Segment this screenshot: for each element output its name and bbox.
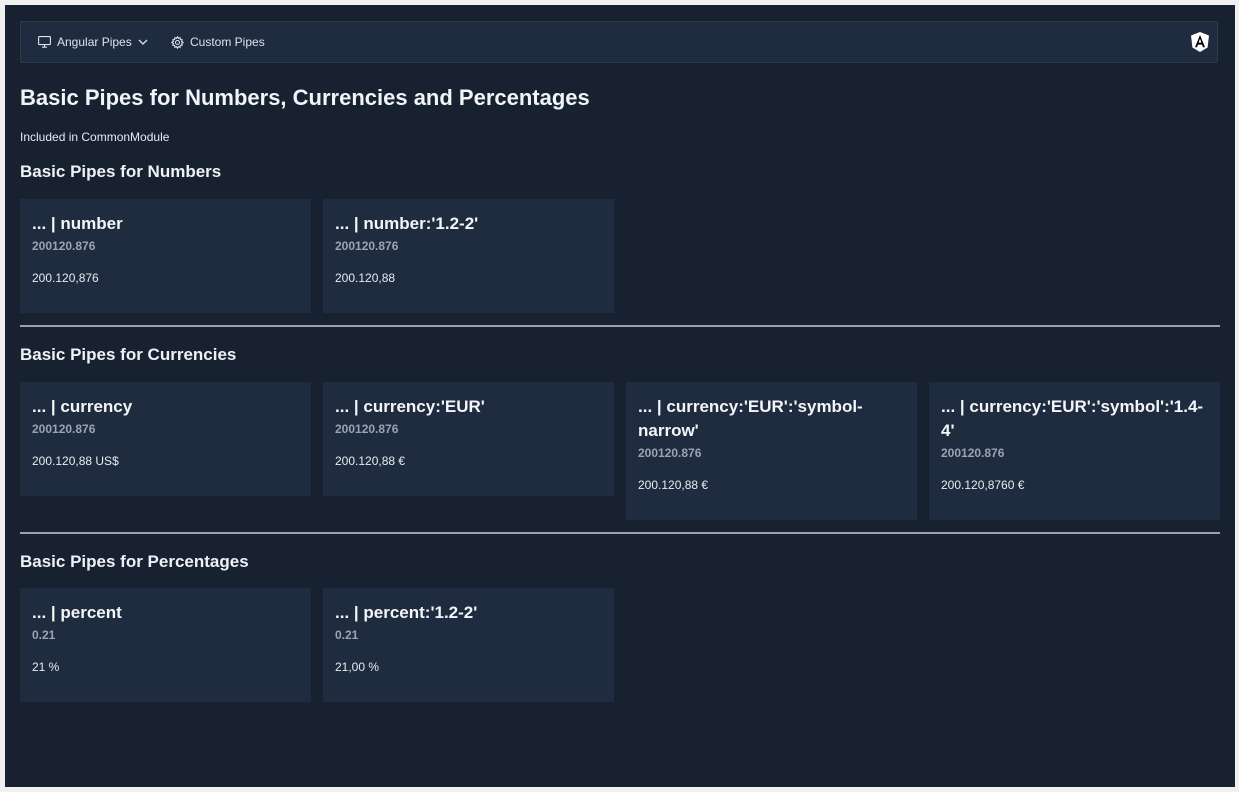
nav-item-angular-pipes[interactable]: Angular Pipes bbox=[38, 22, 148, 62]
pipe-expression: ... | currency:'EUR' bbox=[335, 397, 485, 416]
pipe-input-value: 200120.876 bbox=[335, 239, 399, 253]
nav-item-label: Angular Pipes bbox=[57, 35, 132, 49]
pipe-expression: ... | currency:'EUR':'symbol-narrow' bbox=[638, 397, 863, 440]
pipe-expression: ... | number bbox=[32, 214, 123, 233]
pipe-expression: ... | currency bbox=[32, 397, 133, 416]
page-title: Basic Pipes for Numbers, Currencies and … bbox=[20, 85, 590, 110]
pipe-result: 200.120,88 € bbox=[638, 478, 709, 492]
section-heading-numbers: Basic Pipes for Numbers bbox=[20, 162, 222, 181]
pipe-result: 21 % bbox=[32, 660, 60, 674]
pipe-card: ... | currency:'EUR' 200120.876 200.120,… bbox=[323, 382, 614, 496]
pipe-input-value: 0.21 bbox=[32, 628, 56, 642]
pipe-input-value: 0.21 bbox=[335, 628, 359, 642]
nav-item-label: Custom Pipes bbox=[190, 35, 265, 49]
pipe-input-value: 200120.876 bbox=[335, 422, 399, 436]
pipe-card: ... | percent 0.21 21 % bbox=[20, 588, 311, 702]
page-subtitle: Included in CommonModule bbox=[20, 130, 170, 144]
pipe-input-value: 200120.876 bbox=[32, 422, 96, 436]
pipe-expression: ... | percent bbox=[32, 603, 122, 622]
section-heading-percentages: Basic Pipes for Percentages bbox=[20, 552, 249, 571]
pipe-input-value: 200120.876 bbox=[941, 446, 1005, 460]
pipe-expression: ... | percent:'1.2-2' bbox=[335, 603, 478, 622]
pipe-input-value: 200120.876 bbox=[638, 446, 702, 460]
pipe-expression: ... | currency:'EUR':'symbol':'1.4-4' bbox=[941, 397, 1204, 440]
pipe-card: ... | number 200120.876 200.120,876 bbox=[20, 199, 311, 313]
pipe-input-value: 200120.876 bbox=[32, 239, 96, 253]
pipe-card: ... | currency:'EUR':'symbol':'1.4-4' 20… bbox=[929, 382, 1220, 520]
section-heading-currencies: Basic Pipes for Currencies bbox=[20, 345, 237, 364]
pipe-result: 200.120,88 bbox=[335, 271, 396, 285]
pipe-result: 200.120,8760 € bbox=[941, 478, 1025, 492]
top-navbar: Angular Pipes Custom Pipes bbox=[20, 21, 1218, 63]
section-divider bbox=[20, 532, 1220, 534]
angular-logo-icon[interactable] bbox=[1189, 31, 1211, 53]
pipe-card: ... | number:'1.2-2' 200120.876 200.120,… bbox=[323, 199, 614, 313]
pipe-expression: ... | number:'1.2-2' bbox=[335, 214, 479, 233]
section-divider bbox=[20, 325, 1220, 327]
pipe-card: ... | currency 200120.876 200.120,88 US$ bbox=[20, 382, 311, 496]
nav-item-custom-pipes[interactable]: Custom Pipes bbox=[171, 22, 265, 62]
app-root: Angular Pipes Custom Pipes Basic Pipes f… bbox=[5, 5, 1235, 787]
pipe-result: 200.120,876 bbox=[32, 271, 99, 285]
monitor-icon bbox=[38, 36, 51, 48]
pipe-card: ... | currency:'EUR':'symbol-narrow' 200… bbox=[626, 382, 917, 520]
pipe-result: 21,00 % bbox=[335, 660, 380, 674]
pipe-result: 200.120,88 US$ bbox=[32, 454, 119, 468]
pipe-card: ... | percent:'1.2-2' 0.21 21,00 % bbox=[323, 588, 614, 702]
chevron-down-icon bbox=[138, 39, 148, 45]
gear-icon bbox=[171, 35, 184, 49]
pipe-result: 200.120,88 € bbox=[335, 454, 406, 468]
